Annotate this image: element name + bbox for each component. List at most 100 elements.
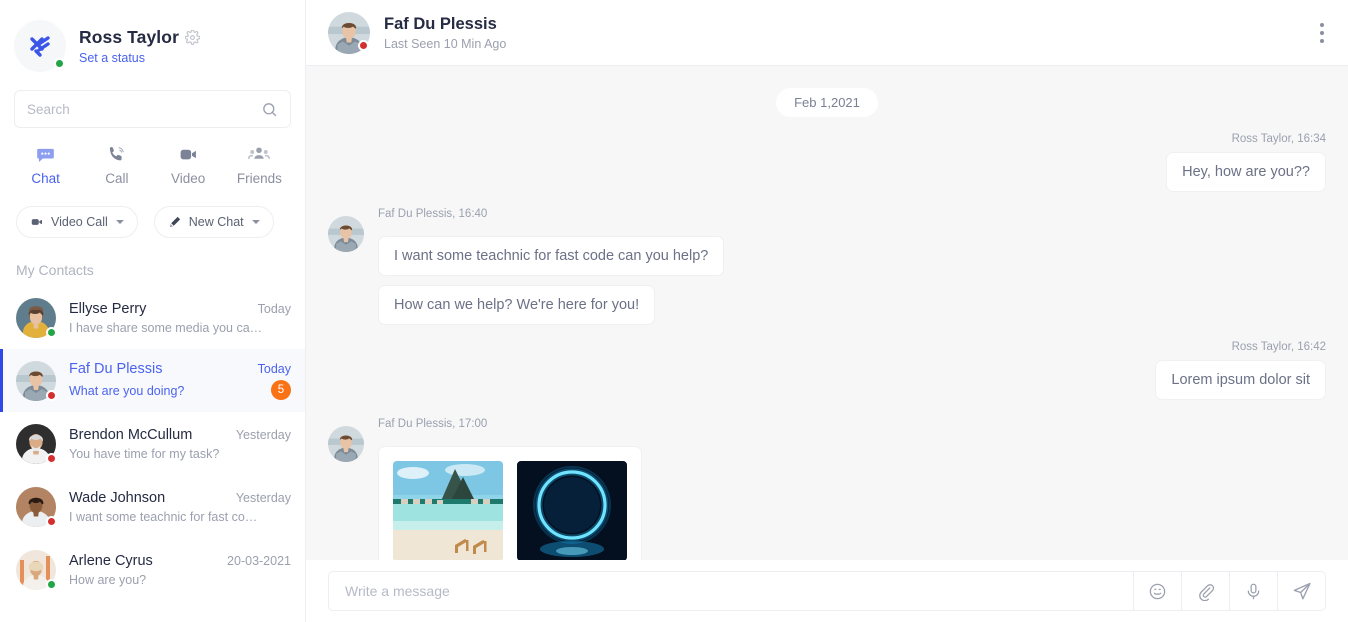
avatar xyxy=(16,423,57,464)
presence-dot xyxy=(358,39,369,51)
contact-item-ellyse-perry[interactable]: Ellyse Perry Today I have share some med… xyxy=(0,286,305,349)
message-meta: Ross Taylor, 16:34 xyxy=(1231,133,1326,145)
contact-preview: I have share some media you can enjoy. xyxy=(69,320,264,335)
message-meta: Faf Du Plessis, 16:40 xyxy=(378,208,488,220)
message-composer xyxy=(306,560,1348,622)
message-input[interactable] xyxy=(345,583,1133,599)
message-list: Feb 1,2021 Ross Taylor, 16:34 Hey, how a… xyxy=(306,66,1348,560)
contact-name: Faf Du Plessis xyxy=(69,361,163,377)
video-call-button[interactable]: Video Call xyxy=(16,206,138,238)
message-bubble[interactable]: I want some teachnic for fast code can y… xyxy=(378,236,725,276)
contact-body: Ellyse Perry Today I have share some med… xyxy=(69,301,291,335)
contacts-heading: My Contacts xyxy=(16,262,94,278)
video-camera-icon xyxy=(178,144,199,164)
set-status-link[interactable]: Set a status xyxy=(79,51,200,65)
paperclip-icon[interactable] xyxy=(1181,572,1229,610)
contact-body: Arlene Cyrus 20-03-2021 How are you? xyxy=(69,553,291,587)
contact-name: Ellyse Perry xyxy=(69,300,147,317)
chevron-down-icon xyxy=(251,220,260,224)
chat-contact-name: Faf Du Plessis xyxy=(384,14,497,33)
kebab-menu-icon[interactable] xyxy=(1314,17,1330,49)
message-meta: Ross Taylor, 16:42 xyxy=(1231,341,1326,353)
message-meta: Faf Du Plessis, 17:00 xyxy=(378,418,488,430)
message-avatar xyxy=(328,426,364,462)
quick-actions: Video Call New Chat xyxy=(0,186,305,238)
message-group-incoming: Faf Du Plessis, 17:00 xyxy=(328,418,1326,560)
chat-panel: Faf Du Plessis Last Seen 10 Min Ago Feb … xyxy=(306,0,1348,622)
send-icon[interactable] xyxy=(1277,572,1325,610)
message-bubble[interactable]: Lorem ipsum dolor sit xyxy=(1155,360,1326,400)
contact-preview: I want some teachnic for fast code can..… xyxy=(69,509,264,524)
avatar xyxy=(16,360,57,401)
message-bubble[interactable]: Hey, how are you?? xyxy=(1166,152,1326,192)
contact-item-brendon-mccullum[interactable]: Brendon McCullum Yesterday You have time… xyxy=(0,412,305,475)
nav-tab-call-label: Call xyxy=(105,171,129,186)
contact-body: Faf Du Plessis Today What are you doing?… xyxy=(69,361,291,400)
message-stack: Faf Du Plessis, 16:40 I want some teachn… xyxy=(378,208,725,325)
chat-contact-status: Last Seen 10 Min Ago xyxy=(384,36,507,51)
message-group-incoming: Faf Du Plessis, 16:40 I want some teachn… xyxy=(328,208,1326,325)
new-chat-button[interactable]: New Chat xyxy=(153,206,274,238)
presence-dot xyxy=(46,578,57,590)
contact-body: Brendon McCullum Yesterday You have time… xyxy=(69,427,291,461)
chat-bubble-icon xyxy=(35,144,56,164)
search-input[interactable] xyxy=(27,101,261,117)
user-profile[interactable]: Ross Taylor Set a status xyxy=(0,0,305,78)
contact-item-arlene-cyrus[interactable]: Arlene Cyrus 20-03-2021 How are you? xyxy=(0,538,305,601)
nav-tab-friends-label: Friends xyxy=(236,171,282,186)
presence-dot xyxy=(46,452,57,464)
contact-preview: You have time for my task? xyxy=(69,446,220,461)
search-icon[interactable] xyxy=(261,101,278,118)
avatar xyxy=(16,549,57,590)
contact-time: Today xyxy=(257,301,291,316)
nav-tab-chat-label: Chat xyxy=(31,171,60,186)
nav-tab-call[interactable]: Call xyxy=(81,144,152,186)
contact-photo xyxy=(328,216,364,252)
image-gallery-message xyxy=(378,446,642,560)
contact-name: Arlene Cyrus xyxy=(69,552,153,569)
nav-tabs: Chat Call Video Friends xyxy=(0,128,305,186)
message-group-outgoing: Ross Taylor, 16:42 Lorem ipsum dolor sit xyxy=(328,341,1326,400)
contact-preview: What are you doing? xyxy=(69,383,185,398)
unread-badge: 5 xyxy=(271,380,291,400)
search-box[interactable] xyxy=(14,90,291,128)
contact-time: Yesterday xyxy=(235,427,291,442)
emoji-icon[interactable] xyxy=(1133,572,1181,610)
nav-tab-chat[interactable]: Chat xyxy=(10,144,81,186)
avatar xyxy=(16,486,57,527)
avatar xyxy=(16,297,57,338)
chat-header-avatar xyxy=(328,11,370,54)
contact-time: Yesterday xyxy=(235,490,291,505)
contact-time: Today xyxy=(257,362,291,376)
user-name: Ross Taylor xyxy=(79,27,179,47)
presence-dot xyxy=(46,389,57,401)
contact-item-wade-johnson[interactable]: Wade Johnson Yesterday I want some teach… xyxy=(0,475,305,538)
message-bubble[interactable]: How can we help? We're here for you! xyxy=(378,285,656,325)
presence-dot xyxy=(46,515,57,527)
composer-box[interactable] xyxy=(328,571,1326,611)
contact-item-faf-du-plessis[interactable]: Faf Du Plessis Today What are you doing?… xyxy=(0,349,305,412)
new-chat-label: New Chat xyxy=(188,215,244,229)
message-stack: Faf Du Plessis, 17:00 xyxy=(378,418,642,560)
gallery-image-beach-resort-photo[interactable] xyxy=(393,461,503,560)
contacts-list: Ellyse Perry Today I have share some med… xyxy=(0,286,305,622)
message-avatar xyxy=(328,216,364,252)
phone-icon xyxy=(106,144,127,164)
gear-icon[interactable] xyxy=(184,30,200,45)
microphone-icon[interactable] xyxy=(1229,572,1277,610)
nav-tab-friends[interactable]: Friends xyxy=(224,144,295,186)
contact-time: 20-03-2021 xyxy=(227,553,291,568)
composer-actions xyxy=(1133,572,1325,610)
user-presence-dot xyxy=(54,58,65,69)
contact-name: Brendon McCullum xyxy=(69,426,193,443)
nav-tab-video[interactable]: Video xyxy=(153,144,224,186)
chevron-down-icon xyxy=(115,220,124,224)
people-icon xyxy=(248,144,271,164)
contact-photo xyxy=(328,426,364,462)
pencil-icon xyxy=(168,215,182,229)
user-avatar xyxy=(14,20,66,72)
gallery-image-neon-blue-ring-photo[interactable] xyxy=(517,461,627,560)
date-divider: Feb 1,2021 xyxy=(328,88,1326,117)
chat-header: Faf Du Plessis Last Seen 10 Min Ago xyxy=(306,0,1348,66)
video-camera-icon xyxy=(30,215,44,229)
